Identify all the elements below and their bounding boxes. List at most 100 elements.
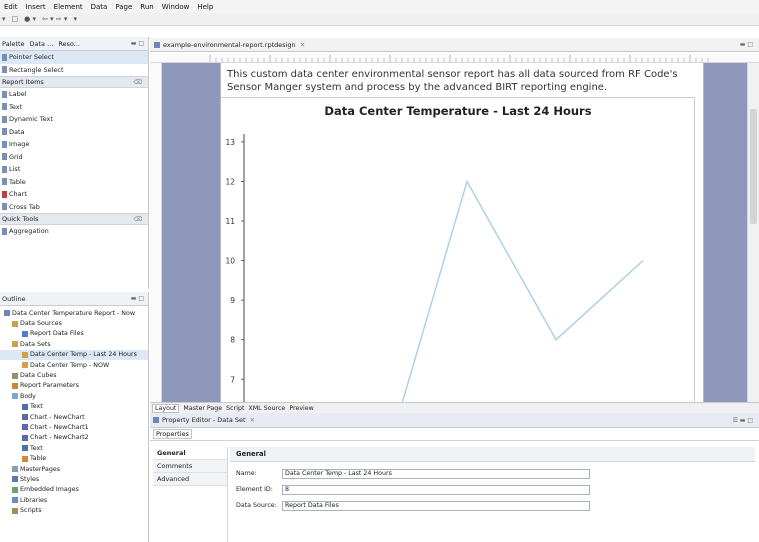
property-editor: Property Editor - Data Set ✕ ☰ ▬ □ Prope…	[150, 413, 759, 542]
more-dropdown-icon[interactable]: ▾	[73, 15, 77, 23]
tab-editor-file[interactable]: example-environmental-report.rptdesign	[163, 41, 296, 49]
tab-palette[interactable]: Palette	[2, 40, 25, 48]
dynamic-text-icon	[2, 115, 7, 123]
data-sources-icon	[12, 320, 18, 327]
menu-data[interactable]: Data	[91, 3, 108, 11]
category-general[interactable]: General	[153, 447, 227, 460]
property-editor-title[interactable]: Property Editor - Data Set	[162, 416, 246, 424]
y-tick-label: 8	[230, 336, 235, 345]
list-icon	[2, 165, 7, 173]
data-source-field[interactable]: Report Data Files	[282, 500, 590, 511]
palette-item-table[interactable]: Table	[0, 176, 148, 189]
minimize-maximize-icon[interactable]: ▬ □	[131, 295, 144, 302]
outline-panel: Outline ▬ □ Data Center Temperature Repo…	[0, 292, 149, 542]
tree-item-styles[interactable]: Styles	[0, 474, 148, 484]
close-icon[interactable]: ✕	[250, 416, 255, 424]
chart-newchart[interactable]: Data Center Temperature - Last 24 Hours …	[221, 97, 695, 403]
tab-preview[interactable]: Preview	[289, 405, 314, 412]
minimize-maximize-icon[interactable]: ▬ □	[131, 40, 144, 47]
palette-item-data[interactable]: Data	[0, 126, 148, 139]
editor-tab-row: example-environmental-report.rptdesign ✕…	[150, 38, 759, 52]
image-icon	[2, 140, 7, 148]
category-advanced[interactable]: Advanced	[153, 473, 227, 486]
menu-run[interactable]: Run	[140, 3, 153, 11]
collapse-icon[interactable]: ⌫	[134, 216, 142, 223]
collapse-icon[interactable]: ⌫	[134, 79, 142, 86]
palette-item-cross-tab[interactable]: Cross Tab	[0, 201, 148, 214]
tree-item-data-cubes[interactable]: Data Cubes	[0, 370, 148, 380]
tree-item-embedded-images[interactable]: Embedded Images	[0, 485, 148, 495]
report-items-header[interactable]: Report Items ⌫	[0, 76, 148, 88]
tree-item-report-parameters[interactable]: Report Parameters	[0, 381, 148, 391]
chart-icon	[22, 414, 28, 421]
palette-item-aggregation[interactable]: Aggregation	[0, 225, 148, 238]
tree-item-report[interactable]: Data Center Temperature Report - Now	[0, 308, 148, 318]
toolbar: ▾ □ ● ▾ ⇦ ▾ ⇨ ▾ ▾	[0, 13, 759, 26]
data-set-icon	[22, 351, 28, 358]
tab-outline[interactable]: Outline	[2, 295, 26, 303]
menu-insert[interactable]: Insert	[26, 3, 46, 11]
palette-item-list[interactable]: List	[0, 163, 148, 176]
menu-help[interactable]: Help	[197, 3, 213, 11]
palette-item-image[interactable]: Image	[0, 138, 148, 151]
rectangle-select-tool[interactable]: Rectangle Select	[0, 64, 148, 77]
pointer-select-tool[interactable]: Pointer Select	[0, 51, 148, 64]
tree-item-chart-newchart1[interactable]: Chart - NewChart1	[0, 422, 148, 432]
name-field[interactable]: Data Center Temp - Last 24 Hours	[282, 468, 590, 479]
view-menu-icon[interactable]: ☰ ▬ □	[732, 417, 753, 424]
property-editor-title-bar: Property Editor - Data Set ✕ ☰ ▬ □	[150, 413, 759, 428]
embedded-images-icon	[12, 486, 18, 493]
tab-master-page[interactable]: Master Page	[183, 405, 222, 412]
minimize-maximize-icon[interactable]: ▬ □	[740, 41, 753, 48]
tab-data-explorer[interactable]: Data ...	[30, 40, 54, 48]
tree-item-libraries[interactable]: Libraries	[0, 495, 148, 505]
tree-item-body[interactable]: Body	[0, 391, 148, 401]
run-dropdown-icon[interactable]: ● ▾	[24, 15, 36, 23]
report-page[interactable]: This custom data center environmental se…	[220, 63, 704, 403]
tree-item-report-data-files[interactable]: Report Data Files	[0, 329, 148, 339]
palette-item-text[interactable]: Text	[0, 101, 148, 114]
quick-tools-header[interactable]: Quick Tools ⌫	[0, 213, 148, 225]
property-details: General Name: Data Center Temp - Last 24…	[230, 447, 755, 542]
y-tick-label: 9	[230, 296, 235, 305]
tab-resource-explorer[interactable]: Reso...	[58, 40, 80, 48]
cross-tab-icon	[2, 203, 7, 211]
tab-layout[interactable]: Layout	[152, 403, 180, 413]
save-icon[interactable]: □	[12, 15, 19, 23]
back-forward-icon[interactable]: ⇦ ▾ ⇨ ▾	[42, 15, 67, 23]
menu-edit[interactable]: Edit	[4, 3, 18, 11]
tab-properties[interactable]: Properties	[153, 429, 192, 439]
tab-script[interactable]: Script	[226, 405, 244, 412]
vertical-ruler	[150, 63, 162, 402]
scrollbar-thumb[interactable]	[750, 109, 757, 224]
chart-icon	[2, 190, 7, 198]
close-icon[interactable]: ✕	[300, 41, 305, 49]
palette-item-label[interactable]: Label	[0, 88, 148, 101]
menu-element[interactable]: Element	[54, 3, 83, 11]
tree-item-masterpages[interactable]: MasterPages	[0, 464, 148, 474]
new-dropdown-icon[interactable]: ▾	[2, 15, 6, 23]
tree-item-scripts[interactable]: Scripts	[0, 505, 148, 515]
tree-item-data-sources[interactable]: Data Sources	[0, 318, 148, 328]
tree-item-data-set-last-24[interactable]: Data Center Temp - Last 24 Hours	[0, 349, 148, 360]
tree-item-data-set-now[interactable]: Data Center Temp - NOW	[0, 360, 148, 370]
palette-item-grid[interactable]: Grid	[0, 151, 148, 164]
tree-item-chart-newchart[interactable]: Chart - NewChart	[0, 412, 148, 422]
property-tab-row: Properties	[150, 428, 759, 441]
menu-page[interactable]: Page	[115, 3, 132, 11]
tree-item-text-2[interactable]: Text	[0, 443, 148, 453]
category-comments[interactable]: Comments	[153, 460, 227, 473]
palette-item-dynamic-text[interactable]: Dynamic Text	[0, 113, 148, 126]
palette-tab-row: Palette Data ... Reso... ▬ □	[0, 37, 148, 51]
data-source-icon	[22, 330, 28, 337]
tree-item-chart-newchart2[interactable]: Chart - NewChart2	[0, 433, 148, 443]
tree-item-data-sets[interactable]: Data Sets	[0, 339, 148, 349]
menu-window[interactable]: Window	[162, 3, 190, 11]
palette-item-chart[interactable]: Chart	[0, 188, 148, 201]
tab-xml-source[interactable]: XML Source	[248, 405, 285, 412]
tree-item-text[interactable]: Text	[0, 402, 148, 412]
vertical-scrollbar[interactable]	[747, 63, 759, 402]
tree-item-table[interactable]: Table	[0, 453, 148, 463]
y-tick-label: 13	[225, 138, 235, 147]
intro-text[interactable]: This custom data center environmental se…	[227, 69, 697, 94]
